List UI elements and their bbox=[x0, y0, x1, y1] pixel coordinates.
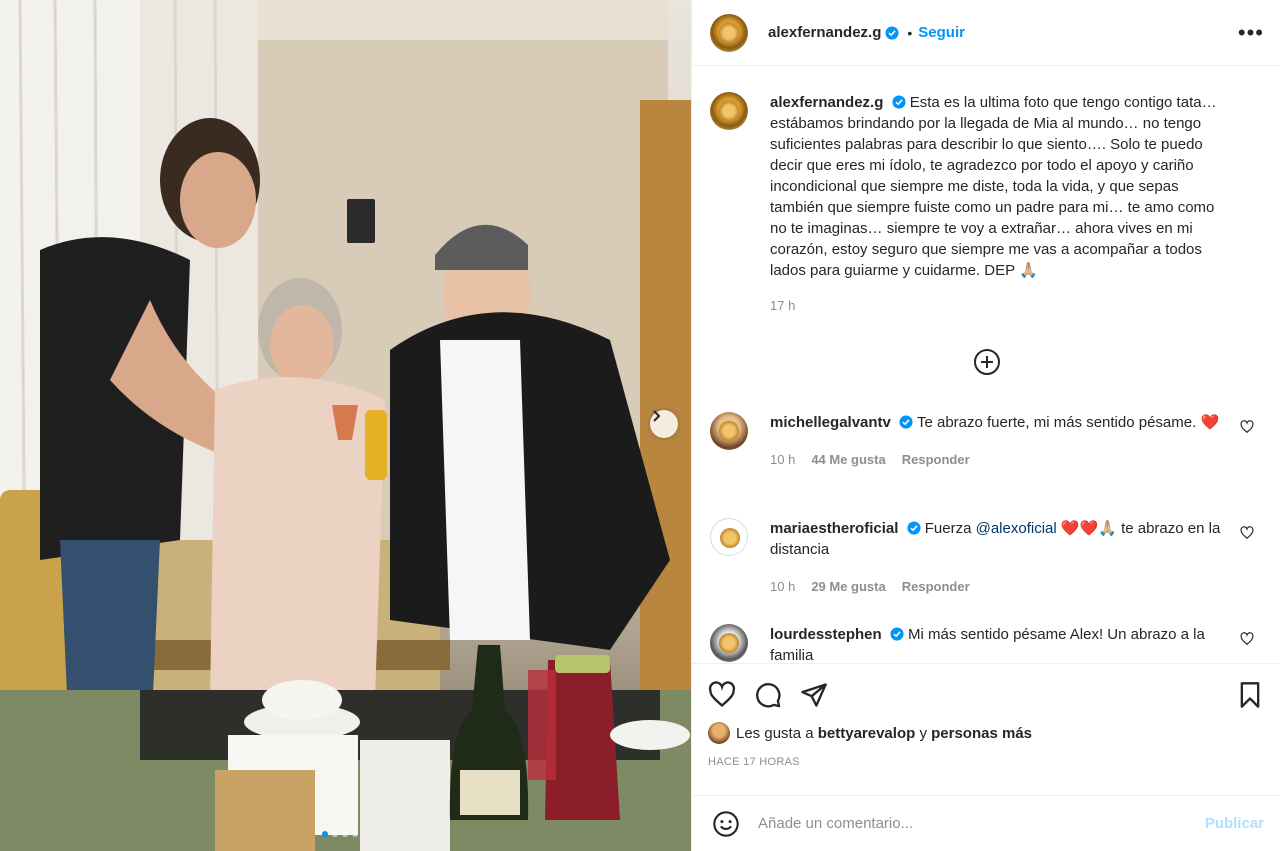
post-header: alexfernandez.g • Seguir ••• bbox=[692, 0, 1280, 66]
reply-button[interactable]: Responder bbox=[902, 576, 970, 597]
liker-avatar[interactable] bbox=[708, 722, 730, 744]
share-paper-plane-icon[interactable] bbox=[800, 681, 828, 709]
commenter-username[interactable]: lourdesstephen bbox=[770, 626, 882, 643]
photo-scene bbox=[0, 0, 691, 851]
commenter-avatar[interactable] bbox=[710, 412, 748, 450]
comment-time: 10 h bbox=[770, 452, 796, 467]
reply-button[interactable]: Responder bbox=[902, 449, 970, 470]
post-side-panel: alexfernandez.g • Seguir ••• alexfernand… bbox=[691, 0, 1280, 851]
emoji-icon[interactable] bbox=[712, 810, 740, 838]
comments-section[interactable]: alexfernandez.g Esta es la ultima foto q… bbox=[692, 67, 1280, 663]
comment-bubble-icon[interactable] bbox=[754, 681, 782, 709]
carousel-dot bbox=[342, 831, 348, 837]
like-comment-heart-icon[interactable] bbox=[1240, 526, 1254, 540]
publish-button[interactable]: Publicar bbox=[1205, 815, 1264, 832]
follow-button[interactable]: Seguir bbox=[918, 24, 965, 41]
commenter-avatar[interactable] bbox=[710, 518, 748, 556]
chevron-right-icon bbox=[653, 410, 661, 422]
carousel-indicator bbox=[322, 831, 358, 837]
carousel-dot bbox=[352, 831, 358, 837]
header-separator: • bbox=[907, 24, 913, 41]
verified-badge-icon bbox=[890, 627, 904, 641]
like-heart-icon[interactable] bbox=[708, 681, 736, 709]
action-icons-row bbox=[708, 664, 1264, 726]
mention-link[interactable]: @alexoficial bbox=[976, 520, 1057, 537]
author-username[interactable]: alexfernandez.g bbox=[768, 24, 881, 41]
author-avatar[interactable] bbox=[710, 13, 748, 52]
caption-username[interactable]: alexfernandez.g bbox=[770, 94, 883, 111]
add-comment-bar: Publicar bbox=[692, 795, 1280, 851]
comment-meta: 10 h 29 Me gusta Responder bbox=[770, 576, 1235, 597]
post-timestamp[interactable]: HACE 17 HORAS bbox=[708, 756, 1264, 768]
comment-meta: 10 h 44 Me gusta Responder bbox=[770, 449, 1235, 470]
likes-summary: Les gusta a bettyarevalop y personas más bbox=[708, 722, 1264, 744]
caption-text: Esta es la ultima foto que tengo contigo… bbox=[770, 94, 1217, 279]
post-photo[interactable] bbox=[0, 0, 691, 851]
comment-text-start: Fuerza bbox=[924, 520, 976, 537]
comment-text: Te abrazo fuerte, mi más sentido pésame.… bbox=[916, 414, 1220, 431]
verified-badge-icon bbox=[885, 25, 899, 40]
caption-avatar[interactable] bbox=[710, 92, 748, 130]
post-actions: Les gusta a bettyarevalop y personas más… bbox=[692, 663, 1280, 768]
likes-prefix: Les gusta a bbox=[736, 724, 814, 742]
comment-item: lourdesstephen Mi más sentido pésame Ale… bbox=[710, 624, 1270, 663]
caption: alexfernandez.g Esta es la ultima foto q… bbox=[710, 92, 1270, 316]
comment-item: mariaestheroficial Fuerza @alexoficial ❤… bbox=[710, 518, 1270, 597]
commenter-username[interactable]: mariaestheroficial bbox=[770, 520, 898, 537]
like-comment-heart-icon[interactable] bbox=[1240, 632, 1254, 646]
carousel-dot bbox=[322, 831, 328, 837]
commenter-avatar[interactable] bbox=[710, 624, 748, 662]
verified-badge-icon bbox=[899, 415, 913, 429]
more-options-icon[interactable]: ••• bbox=[1238, 20, 1264, 46]
comment-likes[interactable]: 29 Me gusta bbox=[811, 576, 885, 597]
caption-time: 17 h bbox=[770, 298, 796, 313]
commenter-username[interactable]: michellegalvantv bbox=[770, 414, 891, 431]
next-photo-button[interactable] bbox=[650, 410, 678, 438]
verified-badge-icon bbox=[907, 521, 921, 535]
comment-item: michellegalvantv Te abrazo fuerte, mi má… bbox=[710, 412, 1270, 470]
verified-badge-icon bbox=[891, 95, 906, 109]
carousel-dot bbox=[332, 831, 338, 837]
likes-others[interactable]: personas más bbox=[931, 725, 1032, 742]
comment-input[interactable] bbox=[758, 815, 1205, 832]
likes-middle: y bbox=[919, 724, 927, 742]
comment-time: 10 h bbox=[770, 579, 796, 594]
comment-likes[interactable]: 44 Me gusta bbox=[811, 449, 885, 470]
like-comment-heart-icon[interactable] bbox=[1240, 420, 1254, 434]
load-more-comments-icon[interactable] bbox=[973, 348, 1001, 376]
caption-meta: 17 h bbox=[770, 295, 1235, 316]
liker-username[interactable]: bettyarevalop bbox=[818, 725, 916, 742]
save-bookmark-icon[interactable] bbox=[1236, 681, 1264, 709]
